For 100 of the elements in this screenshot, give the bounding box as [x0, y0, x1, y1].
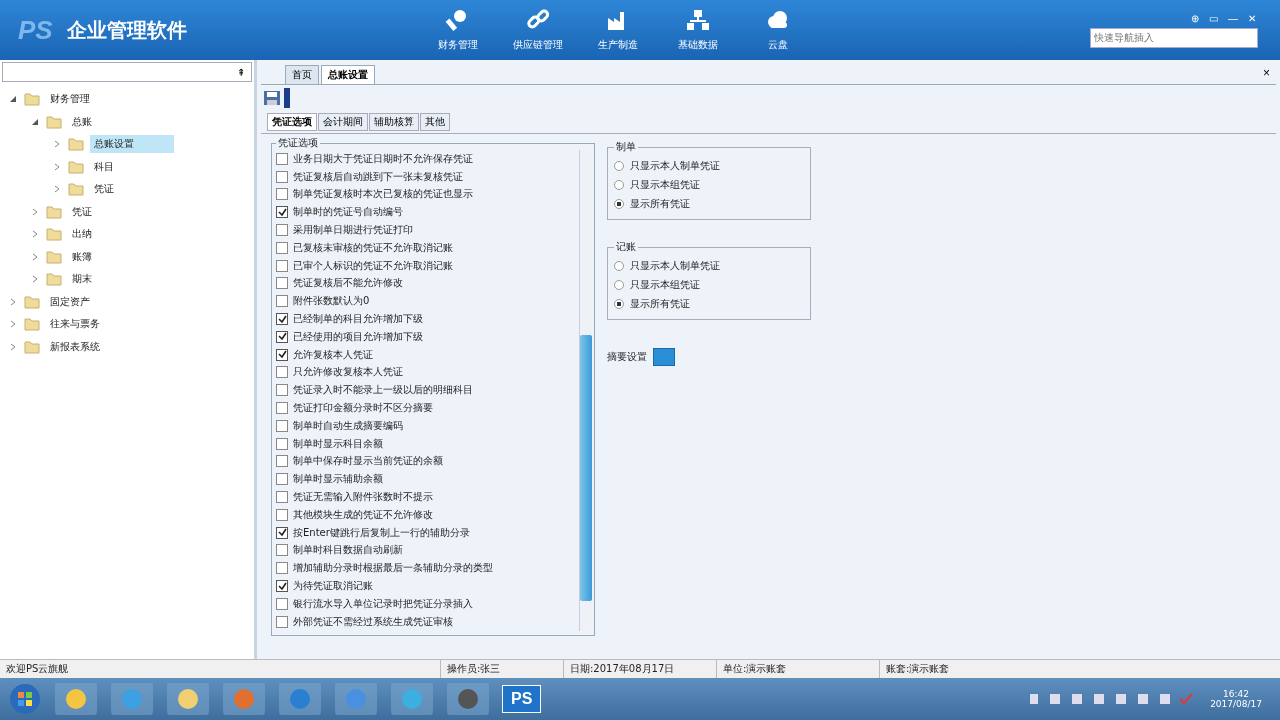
radio-label: 只显示本组凭证 [630, 177, 700, 192]
tab[interactable]: 会计期间 [318, 113, 368, 131]
tree-item[interactable]: 财务管理 [46, 90, 94, 109]
checkbox[interactable] [276, 348, 288, 361]
expand-icon[interactable] [8, 297, 18, 306]
checkbox-label: 银行流水导入单位记录时把凭证分录插入 [293, 596, 473, 611]
tab[interactable]: 总账设置 [321, 65, 375, 84]
checkbox[interactable] [276, 152, 288, 165]
folder-icon [24, 339, 40, 354]
tree-item[interactable]: 科目 [90, 157, 118, 176]
checkbox[interactable] [276, 437, 288, 450]
checkbox[interactable] [276, 277, 288, 290]
save-icon[interactable] [263, 90, 281, 106]
checkbox[interactable] [276, 313, 288, 326]
checkbox[interactable] [276, 384, 288, 397]
tree-item[interactable]: 固定资产 [46, 292, 94, 311]
checkbox[interactable] [276, 295, 288, 308]
tree-item[interactable]: 总账 [68, 112, 96, 131]
start-icon[interactable] [8, 682, 42, 716]
radio-button[interactable] [614, 298, 624, 309]
expand-icon[interactable] [30, 230, 40, 239]
close-button[interactable]: × [1257, 65, 1276, 81]
checkbox-label: 制单时的凭证号自动编号 [293, 205, 403, 220]
tree-item[interactable]: 账簿 [68, 247, 96, 266]
tree-item[interactable]: 总账设置 [90, 135, 174, 154]
checkbox[interactable] [276, 526, 288, 539]
checkbox[interactable] [276, 241, 288, 254]
window-button[interactable]: ⊕ [1189, 12, 1201, 24]
checkbox[interactable] [276, 562, 288, 575]
nav-button[interactable]: 基础数据 [666, 4, 729, 56]
expand-icon[interactable] [8, 342, 18, 351]
window-button[interactable]: ▭ [1207, 12, 1220, 24]
search-field[interactable]: 快速导航插入 [1090, 27, 1258, 48]
checkbox[interactable] [276, 455, 288, 468]
checkbox[interactable] [276, 491, 288, 504]
nav-button[interactable]: 财务管理 [426, 4, 489, 56]
taskbar-app-icon[interactable] [446, 682, 490, 716]
expand-icon[interactable] [52, 162, 62, 171]
pin-button[interactable]: ⇞ [231, 63, 251, 81]
expand-icon[interactable] [30, 207, 40, 216]
expand-icon[interactable] [30, 275, 40, 284]
radio-button[interactable] [614, 198, 624, 209]
tree-item[interactable]: 新报表系统 [46, 337, 104, 356]
nav-button[interactable]: 生产制造 [586, 4, 649, 56]
app-title: 企业管理软件 [66, 16, 188, 44]
taskbar-app-icon[interactable] [166, 682, 210, 716]
taskbar-app-icon[interactable] [110, 682, 154, 716]
checkbox-label: 凭证无需输入附件张数时不提示 [293, 490, 433, 505]
checkbox[interactable] [276, 580, 288, 592]
expand-icon[interactable] [30, 252, 40, 261]
checkbox[interactable] [276, 330, 288, 343]
collapse-icon[interactable] [30, 117, 40, 126]
checkbox[interactable] [276, 473, 288, 486]
checkbox[interactable] [276, 170, 288, 183]
tab[interactable]: 凭证选项 [267, 113, 317, 131]
checkbox[interactable] [276, 402, 288, 415]
tree-item[interactable]: 往来与票务 [46, 315, 104, 334]
radio-button[interactable] [614, 160, 624, 171]
expand-icon[interactable] [52, 185, 62, 194]
radio-button[interactable] [614, 260, 624, 271]
checkbox[interactable] [276, 188, 288, 201]
checkbox[interactable] [276, 597, 288, 610]
checkbox-label: 凭证录入时不能录上一级以后的明细科目 [293, 383, 473, 398]
nav-button[interactable]: 云盘 [746, 4, 809, 56]
tab[interactable]: 首页 [285, 65, 319, 84]
folder-icon [24, 317, 40, 332]
expand-icon[interactable] [52, 140, 62, 149]
nav-button[interactable]: 供应链管理 [506, 4, 569, 56]
tree-item[interactable]: 凭证 [90, 180, 118, 199]
window-button[interactable]: ✕ [1246, 12, 1258, 24]
radio-button[interactable] [614, 279, 624, 290]
tree-item[interactable]: 出纳 [68, 225, 96, 244]
checkbox[interactable] [276, 615, 288, 628]
checkbox-label: 已复核未审核的凭证不允许取消记账 [293, 240, 453, 255]
checkbox-label: 为待凭证取消记账 [293, 579, 373, 593]
expand-icon[interactable] [8, 320, 18, 329]
checkbox[interactable] [276, 206, 288, 219]
checkbox[interactable] [276, 224, 288, 237]
window-button[interactable]: — [1226, 12, 1240, 24]
checkbox[interactable] [276, 544, 288, 557]
radio-button[interactable] [614, 179, 624, 190]
scrollbar[interactable] [579, 150, 592, 631]
filter-field[interactable]: ⇞ [2, 62, 252, 82]
setting-label: 摘要设置 [607, 350, 647, 364]
marker-icon [283, 88, 291, 108]
tab[interactable]: 其他 [420, 113, 450, 131]
taskbar-app-icon[interactable] [54, 682, 98, 716]
collapse-icon[interactable] [8, 95, 18, 104]
tree-item[interactable]: 凭证 [68, 202, 96, 221]
tab[interactable]: 辅助核算 [369, 113, 419, 131]
checkbox-label: 制单时自动生成摘要编码 [293, 418, 403, 433]
checkbox[interactable] [276, 508, 288, 521]
checkbox[interactable] [276, 419, 288, 432]
taskbar-app[interactable]: PS [502, 685, 542, 713]
checkbox-label: 凭证复核后不能允许修改 [293, 276, 403, 291]
checkbox-label: 只允许修改复核本人凭证 [293, 365, 403, 380]
tree-item[interactable]: 期末 [68, 270, 96, 289]
taskbar-app-icon[interactable] [390, 682, 434, 716]
checkbox[interactable] [276, 259, 288, 272]
checkbox[interactable] [276, 366, 288, 379]
